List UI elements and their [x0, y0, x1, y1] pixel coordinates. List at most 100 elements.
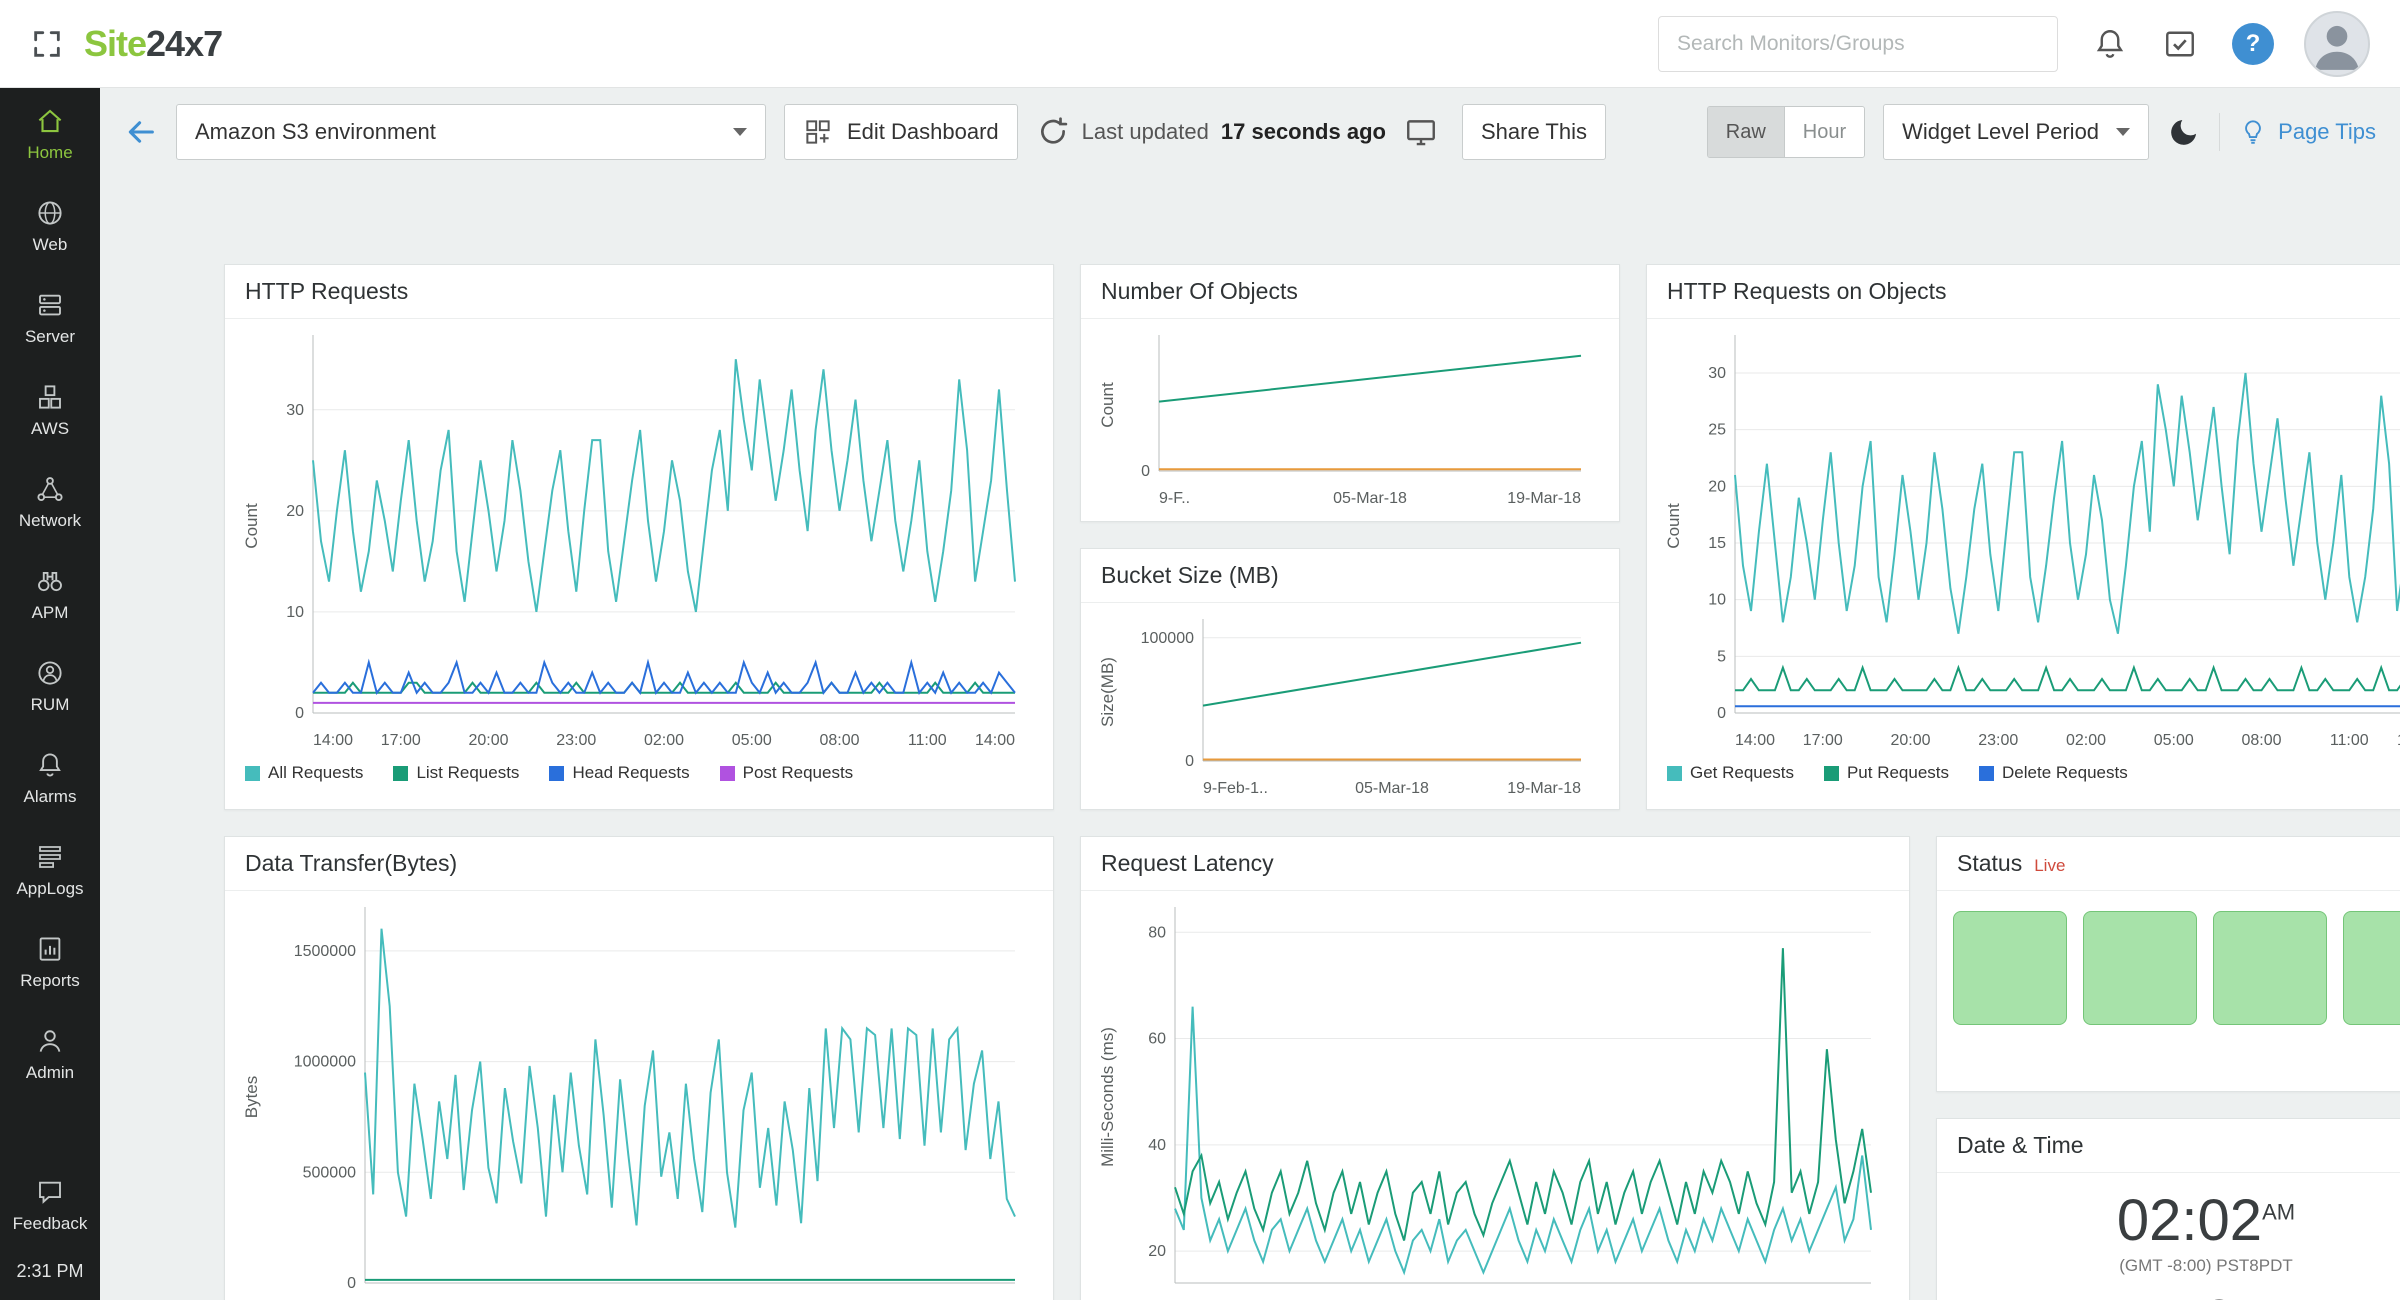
expand-icon[interactable] — [30, 27, 64, 61]
svg-text:08:00: 08:00 — [2241, 732, 2281, 749]
status-box[interactable] — [2343, 911, 2400, 1025]
sidebar-item-home[interactable]: Home — [0, 88, 100, 180]
svg-text:Bytes: Bytes — [242, 1076, 261, 1119]
toolbar-divider — [2219, 113, 2220, 151]
date-time-card: Date & Time 02:02AM (GMT -8:00) PST8PDT … — [1936, 1118, 2400, 1300]
sidebar-item-server[interactable]: Server — [0, 272, 100, 364]
number-of-objects-card: Number Of Objects 09-F..05-Mar-1819-Mar-… — [1080, 264, 1620, 522]
help-icon[interactable]: ? — [2232, 23, 2274, 65]
svg-text:14:00: 14:00 — [975, 732, 1015, 749]
svg-text:1500000: 1500000 — [294, 943, 356, 960]
status-box[interactable] — [1953, 911, 2067, 1025]
http-requests-chart[interactable]: 010203014:0017:0020:0023:0002:0005:0008:… — [237, 323, 1037, 755]
sidebar-item-web[interactable]: Web — [0, 180, 100, 272]
bucket-size-chart[interactable]: 01000009-Feb-1..05-Mar-1819-Mar-18Size(M… — [1093, 607, 1603, 803]
chevron-down-icon — [2116, 128, 2130, 136]
request-latency-chart[interactable]: 2040608014:0017:0020:0023:0002:0005:0008… — [1093, 895, 1893, 1300]
refresh-icon[interactable] — [1036, 115, 1070, 149]
sidebar-item-network[interactable]: Network — [0, 456, 100, 548]
svg-text:05-Mar-18: 05-Mar-18 — [1355, 780, 1429, 797]
reports-icon — [35, 934, 65, 964]
edit-dashboard-button[interactable]: Edit Dashboard — [784, 104, 1018, 160]
svg-text:0: 0 — [347, 1275, 356, 1292]
chevron-down-icon — [733, 128, 747, 136]
sidebar-nav: HomeWebServerAWSNetworkAPMRUMAlarmsAppLo… — [0, 88, 100, 1100]
number-of-objects-chart[interactable]: 09-F..05-Mar-1819-Mar-18Count — [1093, 323, 1603, 513]
legend-item[interactable]: Delete Requests — [1979, 763, 2128, 783]
legend-item[interactable]: List Requests — [393, 763, 519, 783]
http-requests-card: HTTP Requests 010203014:0017:0020:0023:0… — [224, 264, 1054, 810]
alarms-icon — [35, 750, 65, 780]
page-tips-button[interactable]: Page Tips — [2238, 117, 2376, 147]
card-title: Request Latency — [1081, 837, 1909, 891]
widget-level-period-select[interactable]: Widget Level Period — [1883, 104, 2149, 160]
legend-item[interactable]: Get Requests — [1667, 763, 1794, 783]
svg-text:20: 20 — [1708, 478, 1726, 495]
dark-mode-moon-icon[interactable] — [2167, 115, 2201, 149]
svg-text:Count: Count — [1664, 503, 1683, 549]
svg-text:0: 0 — [1185, 753, 1194, 770]
svg-text:9-Feb-1..: 9-Feb-1.. — [1203, 780, 1268, 797]
svg-text:14:00: 14:00 — [313, 732, 353, 749]
sidebar-feedback-slot: Feedback — [0, 1159, 100, 1251]
sidebar-item-aws[interactable]: AWS — [0, 364, 100, 456]
legend-item[interactable]: Post Requests — [720, 763, 854, 783]
http-requests-on-objects-chart[interactable]: 05101520253014:0017:0020:0023:0002:0005:… — [1659, 323, 2400, 755]
card-title: Bucket Size (MB) — [1081, 549, 1619, 603]
clock-region: US — [1937, 1292, 2400, 1300]
legend-item[interactable]: Head Requests — [549, 763, 689, 783]
svg-text:30: 30 — [286, 402, 304, 419]
display-icon[interactable] — [1404, 115, 1438, 149]
svg-text:1000000: 1000000 — [294, 1054, 356, 1071]
svg-text:17:00: 17:00 — [381, 732, 421, 749]
dashboard-select[interactable]: Amazon S3 environment — [176, 104, 766, 160]
status-box[interactable] — [2213, 911, 2327, 1025]
svg-text:05:00: 05:00 — [2154, 732, 2194, 749]
search-input[interactable] — [1658, 16, 2058, 72]
sidebar-item-apm[interactable]: APM — [0, 548, 100, 640]
clock-timezone: (GMT -8:00) PST8PDT — [1937, 1256, 2400, 1276]
feedback-icon — [35, 1177, 65, 1207]
web-icon — [35, 198, 65, 228]
status-card: Status Live — [1936, 836, 2400, 1092]
sidebar-item-applogs[interactable]: AppLogs — [0, 824, 100, 916]
raw-hour-toggle: Raw Hour — [1707, 106, 1865, 158]
share-this-button[interactable]: Share This — [1462, 104, 1606, 160]
sidebar-item-admin[interactable]: Admin — [0, 1008, 100, 1100]
raw-toggle[interactable]: Raw — [1708, 107, 1785, 157]
apm-icon — [35, 566, 65, 596]
hour-toggle[interactable]: Hour — [1785, 107, 1864, 157]
svg-text:17:00: 17:00 — [1803, 732, 1843, 749]
svg-text:05-Mar-18: 05-Mar-18 — [1333, 490, 1407, 507]
svg-text:10: 10 — [1708, 592, 1726, 609]
svg-text:Size(MB): Size(MB) — [1098, 657, 1117, 727]
svg-text:19-Mar-18: 19-Mar-18 — [1507, 780, 1581, 797]
main-area: Amazon S3 environment Edit Dashboard Las… — [100, 88, 2400, 1300]
back-arrow-icon[interactable] — [124, 115, 158, 149]
svg-text:08:00: 08:00 — [819, 732, 859, 749]
svg-text:80: 80 — [1148, 924, 1166, 941]
site24x7-logo[interactable]: Site24x7 — [84, 23, 222, 65]
legend-item[interactable]: Put Requests — [1824, 763, 1949, 783]
status-box[interactable] — [2083, 911, 2197, 1025]
svg-text:10: 10 — [286, 604, 304, 621]
svg-text:0: 0 — [295, 705, 304, 722]
sidebar-item-feedback[interactable]: Feedback — [0, 1159, 100, 1251]
sidebar-item-rum[interactable]: RUM — [0, 640, 100, 732]
last-updated-value: 17 seconds ago — [1221, 119, 1386, 145]
updates-icon[interactable] — [2162, 26, 2198, 62]
legend-item[interactable]: All Requests — [245, 763, 363, 783]
svg-text:5: 5 — [1717, 648, 1726, 665]
site24x7-dashboard: Site24x7 ? HomeWebServerAWSNetworkAPMRUM… — [0, 0, 2400, 1300]
sidebar-item-reports[interactable]: Reports — [0, 916, 100, 1008]
svg-text:11:00: 11:00 — [908, 732, 947, 749]
svg-text:30: 30 — [1708, 365, 1726, 382]
user-avatar[interactable] — [2304, 11, 2370, 77]
data-transfer-chart[interactable]: 05000001000000150000014:0018:0022:0002:0… — [237, 895, 1037, 1300]
svg-text:23:00: 23:00 — [556, 732, 596, 749]
sidebar-item-alarms[interactable]: Alarms — [0, 732, 100, 824]
notifications-bell-icon[interactable] — [2092, 26, 2128, 62]
last-updated: Last updated 17 seconds ago — [1036, 115, 1386, 149]
sidebar-clock: 2:31 PM — [0, 1251, 100, 1300]
bulb-icon — [2238, 117, 2268, 147]
